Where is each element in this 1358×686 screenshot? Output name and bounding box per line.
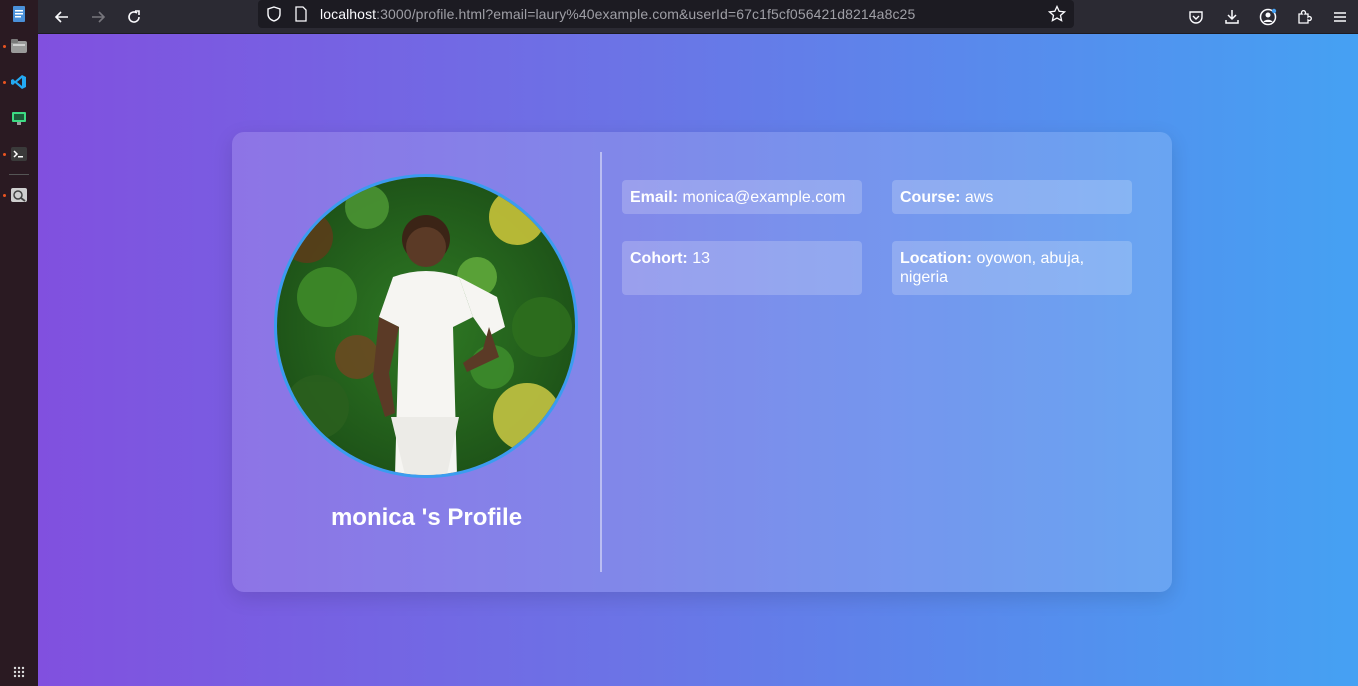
vscode-icon (11, 75, 26, 89)
pocket-icon (1189, 11, 1203, 24)
cohort-field: Cohort: 13 (622, 241, 862, 295)
bookmark-star-icon[interactable] (1048, 5, 1066, 23)
reload-button[interactable] (116, 3, 152, 31)
forward-button[interactable] (80, 3, 116, 31)
show-apps-button[interactable] (0, 666, 38, 678)
account-icon (1259, 8, 1277, 26)
dock-separator (9, 174, 29, 175)
page-icon (295, 6, 307, 22)
profile-avatar (274, 174, 578, 478)
profile-title: monica 's Profile (330, 504, 523, 531)
puzzle-icon (1298, 10, 1312, 24)
toolbar-right-icons (1178, 3, 1358, 31)
dock-image-viewer[interactable] (0, 177, 38, 213)
location-field: Location: oyowon, abuja, nigeria (892, 241, 1132, 295)
extensions-button[interactable] (1286, 3, 1322, 31)
url-path: :3000/profile.html?email=laury%40example… (376, 6, 916, 22)
app-grid-icon (13, 666, 25, 678)
course-label: Course: (900, 189, 961, 206)
dock-terminal[interactable] (0, 136, 38, 172)
email-label: Email: (630, 189, 679, 206)
url-bar[interactable]: localhost:3000/profile.html?email=laury%… (258, 0, 1074, 28)
text-editor-icon (13, 6, 25, 22)
url-host: localhost (320, 6, 377, 22)
cohort-label: Cohort: (630, 250, 688, 267)
location-label: Location: (900, 250, 972, 267)
back-button[interactable] (44, 3, 80, 31)
downloads-button[interactable] (1214, 3, 1250, 31)
page-background: monica 's Profile Email: monica@example.… (38, 34, 1358, 686)
terminal-icon (11, 147, 27, 161)
profile-card: monica 's Profile Email: monica@example.… (232, 132, 1172, 592)
browser-toolbar: localhost:3000/profile.html?email=laury%… (38, 0, 1358, 34)
hamburger-menu-icon (1334, 12, 1346, 22)
profile-photo (277, 177, 575, 475)
menu-button[interactable] (1322, 3, 1358, 31)
ubuntu-dock (0, 0, 38, 686)
files-icon (11, 39, 27, 53)
arrow-right-icon (92, 10, 106, 23)
android-studio-icon (12, 112, 26, 125)
dock-android-studio[interactable] (0, 100, 38, 136)
course-field: Course: aws (892, 180, 1132, 214)
image-viewer-icon (11, 188, 27, 202)
account-button[interactable] (1250, 3, 1286, 31)
course-value: aws (964, 189, 994, 206)
reload-icon (128, 9, 140, 23)
cohort-value: 13 (692, 250, 711, 267)
email-field: Email: monica@example.com (622, 180, 862, 214)
shield-icon (267, 6, 281, 22)
dock-files[interactable] (0, 28, 38, 64)
profile-left-panel: monica 's Profile (232, 132, 601, 592)
pocket-button[interactable] (1178, 3, 1214, 31)
arrow-left-icon (54, 10, 68, 23)
card-divider (600, 152, 602, 572)
email-value: monica@example.com (682, 189, 846, 206)
download-icon (1225, 10, 1239, 24)
url-text[interactable]: localhost:3000/profile.html?email=laury%… (320, 6, 915, 22)
dock-text-editor[interactable] (0, 0, 38, 28)
dock-vscode[interactable] (0, 64, 38, 100)
